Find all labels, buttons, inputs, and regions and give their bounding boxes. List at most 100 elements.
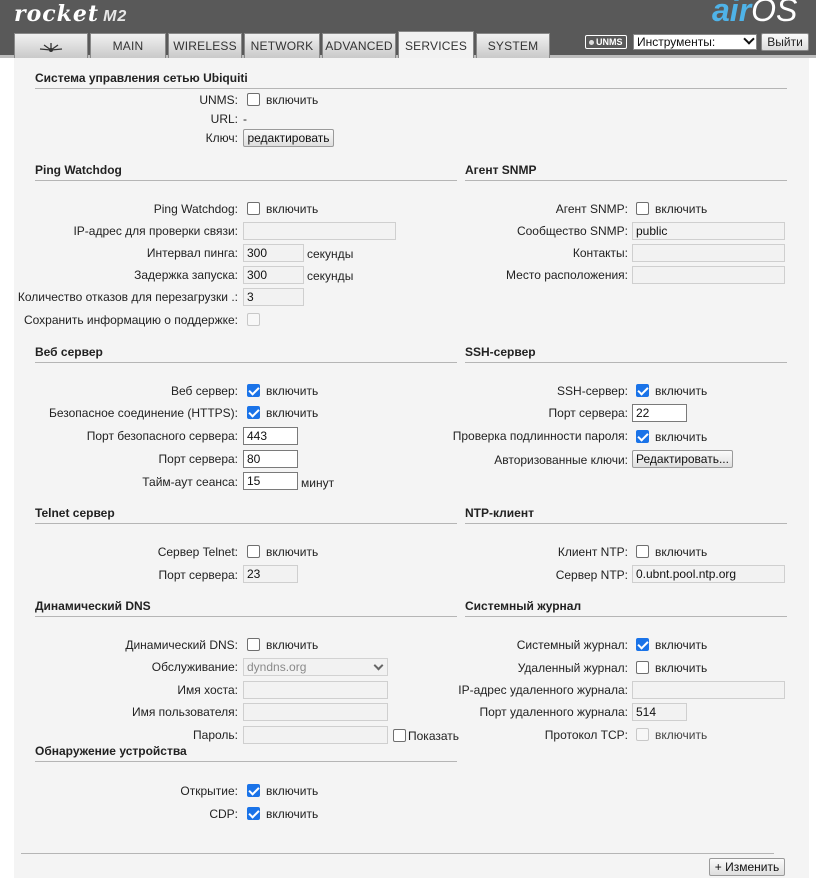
key-label: Ключ:	[205, 131, 238, 145]
snmp-checkbox[interactable]	[636, 202, 649, 215]
section-title-ddns: Динамический DNS	[35, 598, 457, 617]
discovery-label: Открытие:	[180, 784, 238, 798]
ntp-client-label: Клиент NTP:	[557, 545, 628, 559]
cdp-label: CDP:	[209, 807, 238, 821]
ping-interval-input[interactable]: 300	[243, 244, 304, 262]
tcp-enable-label: включить	[655, 728, 708, 742]
chevron-down-icon	[743, 33, 755, 45]
ssh-server-label: SSH-сервер:	[557, 384, 628, 398]
unms-checkbox[interactable]	[247, 93, 260, 106]
remote-log-ip-label: IP-адрес удаленного журнала:	[458, 683, 628, 697]
section-title-web: Веб сервер	[35, 344, 457, 363]
tab-ubnt-logo[interactable]	[14, 33, 88, 58]
ping-enabled-label: Ping Watchdog:	[153, 202, 238, 216]
tcp-checkbox[interactable]	[636, 728, 649, 741]
ntp-checkbox[interactable]	[636, 545, 649, 558]
unms-label: UNMS:	[199, 93, 238, 107]
ping-delay-input[interactable]: 300	[243, 266, 304, 284]
ssh-port-label: Порт сервера:	[548, 406, 628, 420]
snmp-community-input[interactable]: public	[632, 222, 785, 240]
ping-failures-input[interactable]: 3	[243, 288, 304, 306]
ubiquiti-logo-icon	[39, 42, 63, 52]
ddns-password-input[interactable]	[243, 726, 388, 744]
telnet-port-input[interactable]: 23	[243, 565, 298, 583]
url-label: URL:	[210, 112, 238, 126]
ntp-server-label: Сервер NTP:	[555, 568, 628, 582]
secure-port-input[interactable]: 443	[243, 427, 298, 445]
ping-enable-label: включить	[266, 202, 319, 216]
https-enable-label: включить	[266, 406, 319, 420]
tab-advanced[interactable]: ADVANCED	[322, 33, 396, 58]
change-button[interactable]: + Изменить	[709, 858, 785, 876]
airos-air: air	[712, 0, 752, 28]
ssh-port-input[interactable]: 22	[632, 404, 687, 422]
secure-port-label: Порт безопасного сервера:	[86, 429, 238, 443]
ping-support-checkbox[interactable]	[247, 313, 260, 326]
brand-name: rocket	[14, 1, 100, 27]
unms-badge-label: UNMS	[596, 37, 623, 47]
ntp-server-input[interactable]: 0.ubnt.pool.ntp.org	[632, 565, 785, 583]
session-timeout-input[interactable]: 15	[243, 472, 298, 490]
ddns-checkbox[interactable]	[247, 638, 260, 651]
ping-checkbox[interactable]	[247, 202, 260, 215]
tab-main[interactable]: MAIN	[90, 33, 166, 58]
section-title-syslog: Системный журнал	[465, 598, 787, 617]
discovery-checkbox[interactable]	[247, 784, 260, 797]
cdp-checkbox[interactable]	[247, 807, 260, 820]
web-server-checkbox[interactable]	[247, 384, 260, 397]
tab-network[interactable]: NETWORK	[244, 33, 320, 58]
section-title-ssh: SSH-сервер	[465, 344, 787, 363]
remote-log-ip-input[interactable]	[632, 681, 785, 699]
ddns-host-input[interactable]	[243, 681, 388, 699]
ddns-host-label: Имя хоста:	[177, 683, 238, 697]
ping-support-label: Сохранить информацию о поддержке:	[23, 313, 238, 327]
ping-ip-input[interactable]	[243, 222, 396, 240]
remote-log-checkbox[interactable]	[636, 661, 649, 674]
telnet-checkbox[interactable]	[247, 545, 260, 558]
section-title-discovery: Обнаружение устройства	[35, 743, 457, 762]
https-label: Безопасное соединение (HTTPS):	[48, 406, 238, 420]
remote-log-port-label: Порт удаленного журнала:	[479, 705, 628, 719]
brand-model: M2	[103, 8, 128, 25]
snmp-location-input[interactable]	[632, 266, 785, 284]
unms-badge[interactable]: UNMS	[585, 35, 627, 49]
tab-wireless[interactable]: WIRELESS	[168, 33, 242, 58]
syslog-checkbox[interactable]	[636, 638, 649, 651]
remote-log-label: Удаленный журнал:	[517, 661, 628, 675]
web-port-input[interactable]: 80	[243, 450, 298, 468]
brand-logo: rocket M2	[14, 1, 127, 27]
footer-divider	[21, 853, 774, 854]
telnet-port-label: Порт сервера:	[158, 568, 238, 582]
ddns-show-checkbox[interactable]	[393, 729, 406, 742]
ssh-keys-edit-button[interactable]: Редактировать...	[632, 450, 733, 468]
ddns-user-input[interactable]	[243, 703, 388, 721]
remote-log-enable-label: включить	[655, 661, 708, 675]
section-title-ubnt: Система управления сетью Ubiquiti	[35, 70, 787, 89]
discovery-enable-label: включить	[266, 784, 319, 798]
ssh-keys-label: Авторизованные ключи:	[494, 453, 628, 467]
tcp-label: Протокол TCP:	[544, 728, 628, 742]
unms-status-icon	[589, 40, 594, 46]
unms-enable-label: включить	[266, 93, 319, 107]
tools-select[interactable]: Инструменты:	[633, 33, 757, 50]
ddns-service-select[interactable]: dyndns.org	[243, 658, 388, 676]
logout-button[interactable]: Выйти	[761, 33, 809, 51]
ping-ip-label: IP-адрес для проверки связи:	[73, 224, 238, 238]
tab-services[interactable]: SERVICES	[398, 31, 474, 58]
ssh-checkbox[interactable]	[636, 384, 649, 397]
ddns-enabled-label: Динамический DNS:	[125, 638, 238, 652]
ping-interval-label: Интервал пинга:	[146, 246, 238, 260]
remote-log-port-input[interactable]: 514	[632, 703, 687, 721]
tab-system[interactable]: SYSTEM	[476, 33, 550, 58]
snmp-contacts-input[interactable]	[632, 244, 785, 262]
ssh-password-checkbox[interactable]	[636, 430, 649, 443]
web-enable-label: включить	[266, 384, 319, 398]
top-bar: rocket M2 airOS MAIN WIRELESS NETWORK ADV…	[0, 0, 816, 58]
https-checkbox[interactable]	[247, 406, 260, 419]
snmp-agent-label: Агент SNMP:	[555, 202, 628, 216]
airos-logo: airOS	[712, 0, 797, 29]
snmp-location-label: Место расположения:	[506, 268, 628, 282]
section-title-telnet: Telnet сервер	[35, 505, 457, 524]
ssh-enable-label: включить	[655, 384, 708, 398]
key-edit-button[interactable]: редактировать	[243, 129, 334, 147]
